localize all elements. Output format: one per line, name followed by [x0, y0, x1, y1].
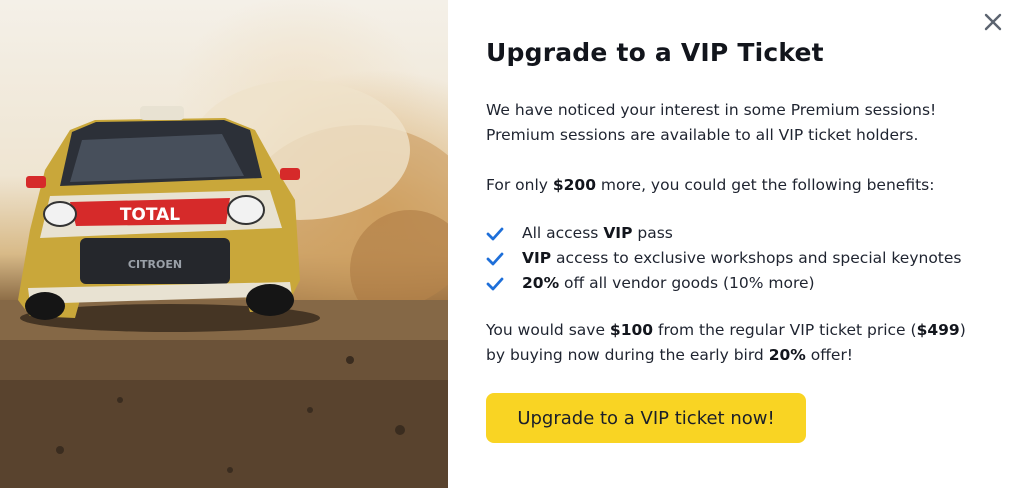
regular-price: $499	[916, 321, 960, 339]
intro-text: We have noticed your interest in some Pr…	[486, 98, 977, 148]
intro-line-1: We have noticed your interest in some Pr…	[486, 101, 937, 119]
savings-part: by buying now during the early bird	[486, 346, 769, 364]
car-grille-text: CITROEN	[128, 258, 182, 271]
modal-title: Upgrade to a VIP Ticket	[486, 38, 824, 67]
offer-prefix: For only	[486, 176, 553, 194]
benefit-item: All access VIP pass	[486, 221, 977, 246]
offer-text: For only $200 more, you could get the fo…	[486, 173, 977, 198]
close-button[interactable]	[979, 8, 1007, 36]
savings-text: You would save $100 from the regular VIP…	[486, 318, 977, 368]
checkmark-icon	[486, 277, 504, 290]
benefit-item: 20% off all vendor goods (10% more)	[486, 271, 977, 296]
vip-upgrade-modal: TOTAL CITROEN Upgrade to a VIP Ticket We…	[0, 0, 1017, 488]
benefit-item: VIP access to exclusive workshops and sp…	[486, 246, 977, 271]
benefit-text: off all vendor goods (10% more)	[559, 274, 815, 292]
benefit-text: pass	[632, 224, 673, 242]
benefit-highlight: 20%	[522, 274, 560, 292]
benefit-highlight: VIP	[603, 224, 633, 242]
benefit-text: access to exclusive workshops and specia…	[551, 249, 962, 267]
savings-part: offer!	[805, 346, 854, 364]
offer-suffix: more, you could get the following benefi…	[596, 176, 935, 194]
checkmark-icon	[486, 252, 504, 265]
car-sponsor-text: TOTAL	[120, 205, 180, 225]
benefit-highlight: VIP	[522, 249, 552, 267]
close-icon	[984, 13, 1002, 31]
savings-part: )	[959, 321, 966, 339]
checkmark-icon	[486, 227, 504, 240]
benefits-list: All access VIP pass VIP access to exclus…	[486, 221, 977, 296]
offer-price: $200	[552, 176, 596, 194]
savings-part: from the regular VIP ticket price (	[653, 321, 917, 339]
savings-part: You would save	[486, 321, 610, 339]
rally-car-photo: TOTAL CITROEN	[0, 0, 448, 488]
benefit-text: All access	[522, 224, 604, 242]
intro-line-2: Premium sessions are available to all VI…	[486, 126, 919, 144]
rally-car-illustration: TOTAL CITROEN	[0, 80, 448, 488]
upgrade-vip-button[interactable]: Upgrade to a VIP ticket now!	[486, 393, 806, 443]
modal-content: Upgrade to a VIP Ticket We have noticed …	[448, 0, 1017, 488]
savings-amount: $100	[609, 321, 654, 339]
discount-percent: 20%	[768, 346, 806, 364]
